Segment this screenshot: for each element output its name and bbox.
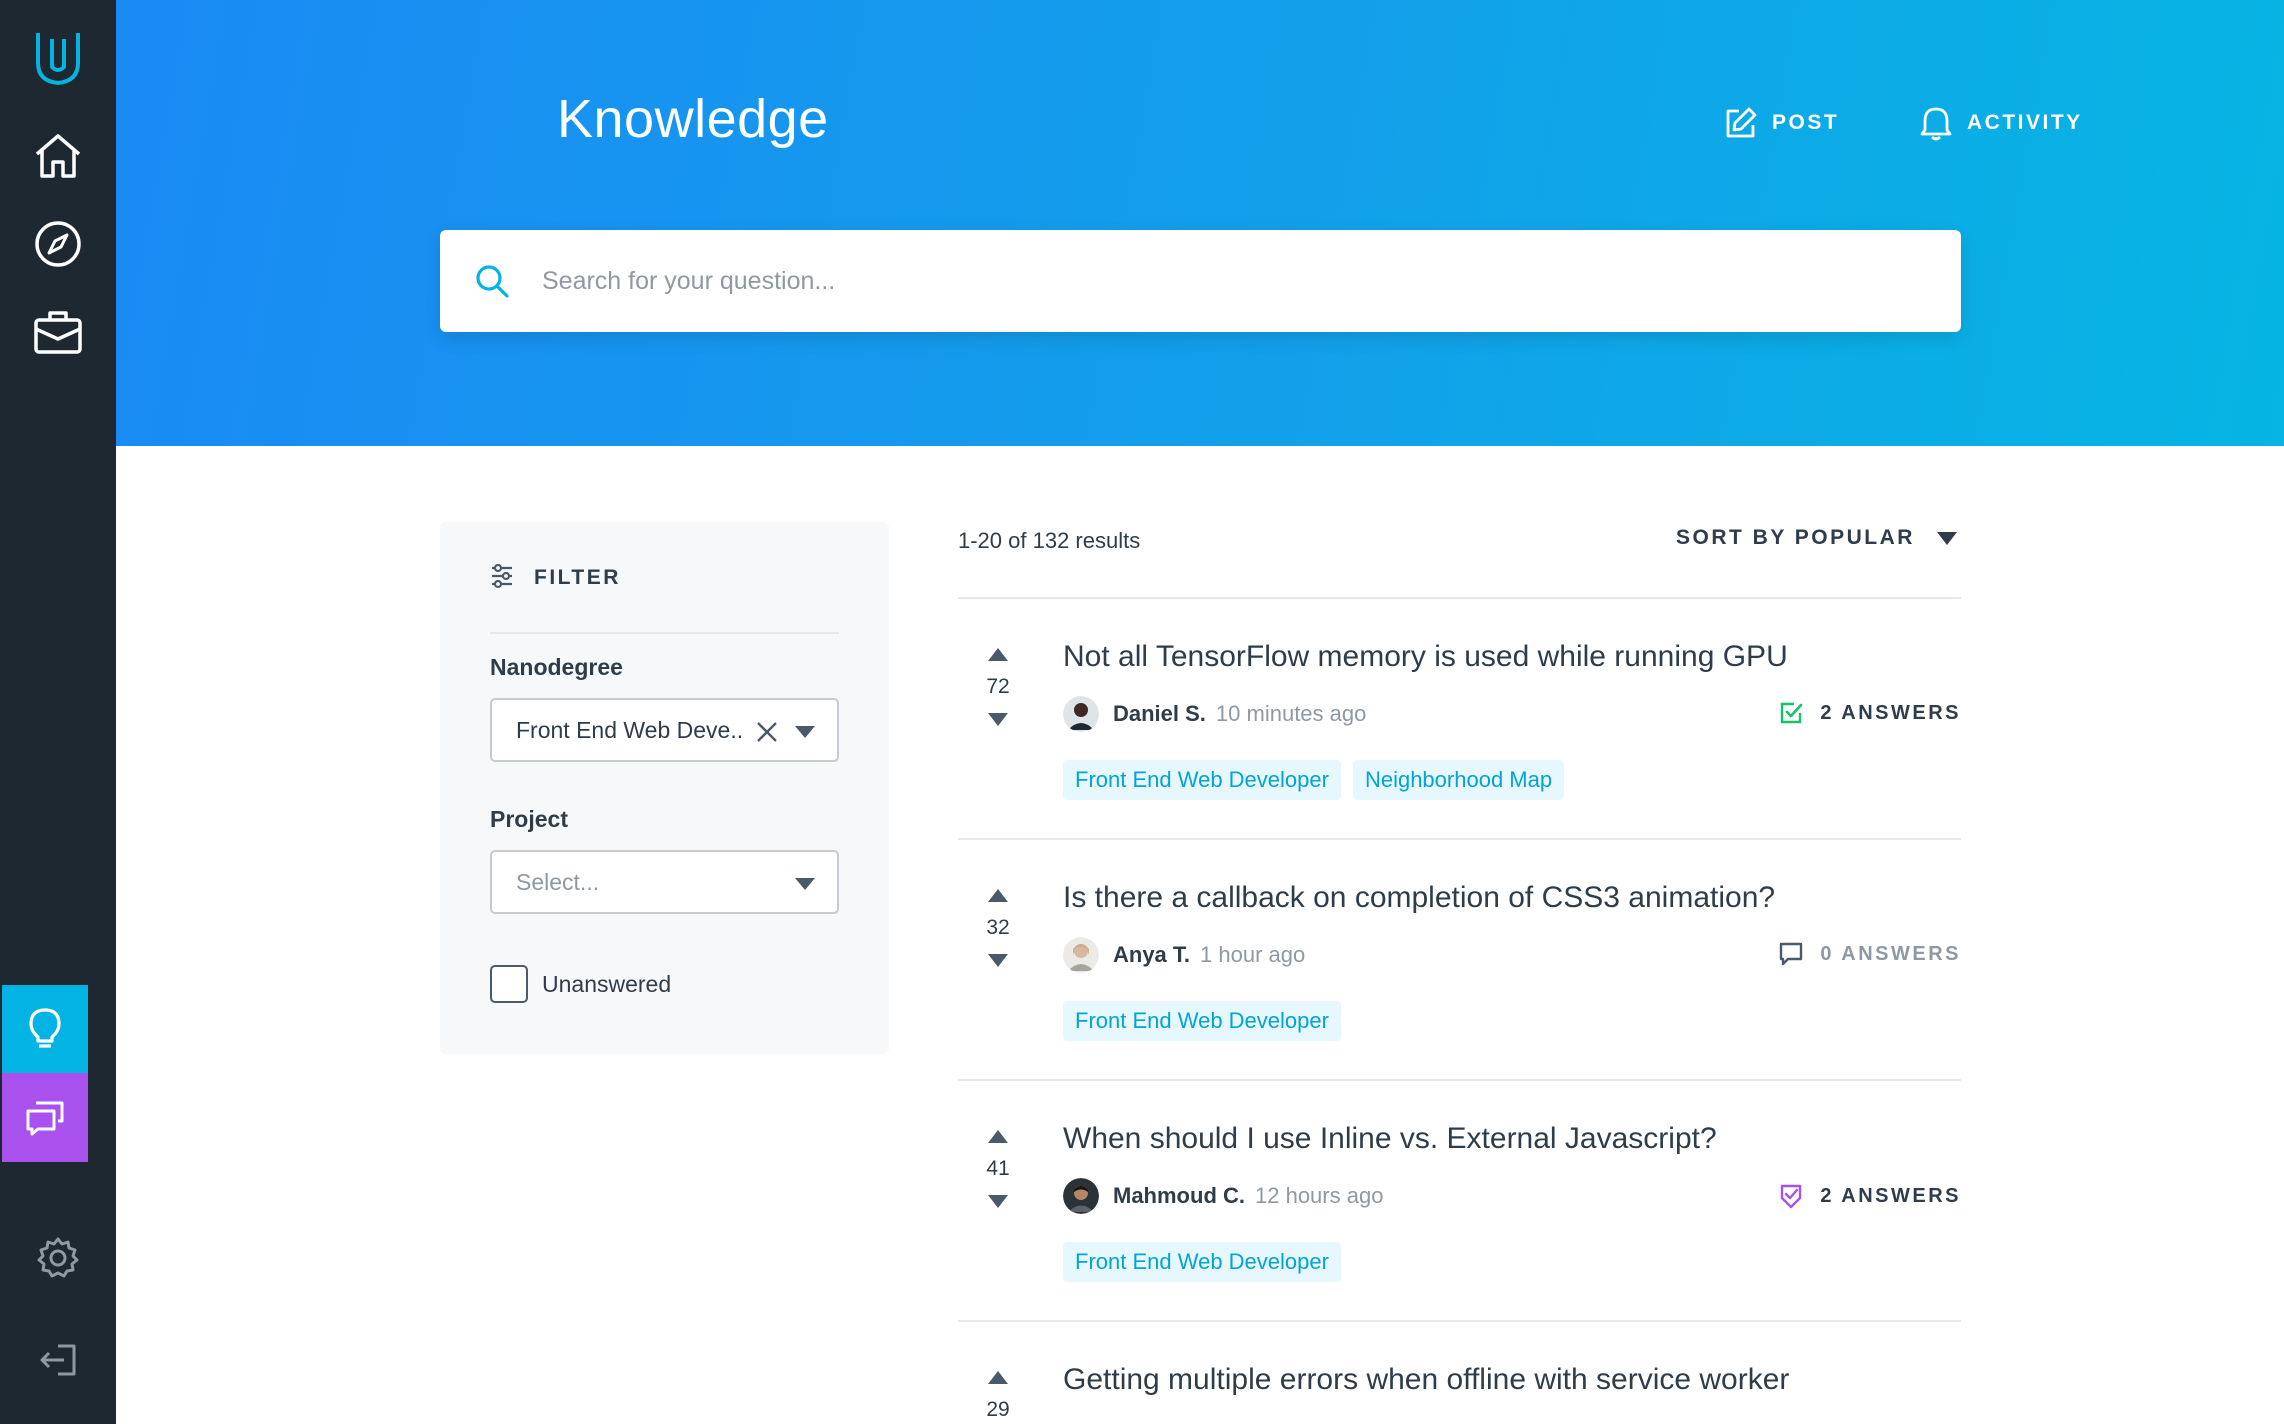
- lightbulb-icon[interactable]: [2, 985, 88, 1073]
- search-icon: [472, 261, 512, 301]
- question-meta: Daniel S. 10 minutes ago: [1063, 696, 1366, 732]
- tag-list: Front End Web Developer: [1063, 1242, 1341, 1282]
- avatar: [1063, 696, 1099, 732]
- sort-label: SORT BY POPULAR: [1676, 526, 1915, 549]
- answer-count[interactable]: 2 ANSWERS: [1778, 700, 1961, 726]
- checked-answer-icon: [1781, 702, 1803, 724]
- unanswered-checkbox[interactable]: [490, 965, 528, 1003]
- upvote-icon[interactable]: [988, 1371, 1008, 1384]
- question-meta: Anya T. 1 hour ago: [1063, 937, 1305, 973]
- question-title[interactable]: When should I use Inline vs. External Ja…: [1063, 1122, 1717, 1156]
- answer-count[interactable]: 2 ANSWERS: [1778, 1182, 1961, 1210]
- vote-count: 41: [986, 1157, 1010, 1180]
- question-item: 32 Is there a callback on completion of …: [958, 841, 1961, 1081]
- vote-control: 72: [958, 648, 1038, 726]
- question-title[interactable]: Getting multiple errors when offline wit…: [1063, 1363, 1789, 1397]
- tag-list: Front End Web Developer: [1063, 1001, 1341, 1041]
- project-placeholder: Select...: [516, 868, 600, 895]
- compass-icon[interactable]: [0, 208, 116, 280]
- project-label: Project: [490, 806, 568, 832]
- chevron-down-icon: [795, 878, 815, 890]
- vote-control: 41: [958, 1130, 1038, 1208]
- tag[interactable]: Front End Web Developer: [1063, 1242, 1341, 1282]
- divider: [958, 1320, 1961, 1322]
- downvote-icon[interactable]: [988, 1195, 1008, 1208]
- upvote-icon[interactable]: [988, 648, 1008, 661]
- nanodegree-value: Front End Web Deve...: [516, 716, 744, 743]
- logout-icon[interactable]: [0, 1322, 116, 1398]
- bell-icon: [1920, 107, 1952, 141]
- page-title: Knowledge: [557, 89, 829, 149]
- unanswered-toggle[interactable]: Unanswered: [490, 965, 671, 1003]
- search-bar: [440, 230, 1961, 332]
- sort-dropdown[interactable]: SORT BY POPULAR: [1676, 526, 1957, 550]
- post-time: 12 hours ago: [1255, 1183, 1384, 1208]
- downvote-icon[interactable]: [988, 713, 1008, 726]
- question-item: 41 When should I use Inline vs. External…: [958, 1082, 1961, 1322]
- post-time: 10 minutes ago: [1215, 701, 1367, 726]
- question-item: 29 Getting multiple errors when offline …: [958, 1323, 1961, 1424]
- sidebar: [0, 0, 116, 1424]
- filter-title: FILTER: [534, 566, 621, 589]
- unanswered-label: Unanswered: [542, 970, 672, 997]
- filter-panel: FILTER Nanodegree Front End Web Deve... …: [440, 522, 889, 1054]
- home-icon[interactable]: [0, 120, 116, 192]
- gear-icon[interactable]: [0, 1220, 116, 1296]
- chevron-down-icon: [795, 726, 815, 738]
- divider: [958, 597, 1961, 599]
- author-name[interactable]: Daniel S.: [1113, 701, 1206, 727]
- answer-count-label: 0 ANSWERS: [1820, 942, 1961, 965]
- tag[interactable]: Front End Web Developer: [1063, 760, 1341, 800]
- post-label: POST: [1772, 111, 1840, 134]
- vote-count: 32: [986, 916, 1010, 939]
- search-input[interactable]: [542, 266, 1922, 296]
- author-name[interactable]: Mahmoud C.: [1113, 1183, 1245, 1209]
- project-select[interactable]: Select...: [490, 850, 839, 914]
- briefcase-icon[interactable]: [0, 296, 116, 368]
- tag[interactable]: Neighborhood Map: [1352, 760, 1565, 800]
- answer-count-label: 2 ANSWERS: [1820, 1184, 1961, 1207]
- question-meta: Mahmoud C. 12 hours ago: [1063, 1178, 1383, 1214]
- vote-count: 72: [986, 675, 1010, 698]
- vote-count: 29: [986, 1398, 1010, 1421]
- tag-list: Front End Web Developer Neighborhood Map: [1063, 760, 1565, 800]
- udacity-logo-icon[interactable]: [0, 22, 116, 94]
- upvote-icon[interactable]: [988, 1130, 1008, 1143]
- nanodegree-label: Nanodegree: [490, 654, 623, 680]
- vote-control: 29: [958, 1371, 1038, 1424]
- question-title[interactable]: Is there a callback on completion of CSS…: [1063, 881, 1775, 915]
- downvote-icon[interactable]: [988, 954, 1008, 967]
- sliders-icon: [492, 563, 512, 589]
- mentor-answer-icon: [1781, 1184, 1802, 1209]
- answer-count[interactable]: 0 ANSWERS: [1778, 941, 1961, 967]
- nanodegree-select[interactable]: Front End Web Deve...: [490, 698, 839, 762]
- filter-header: FILTER: [490, 562, 839, 634]
- tag[interactable]: Front End Web Developer: [1063, 1001, 1341, 1041]
- activity-button[interactable]: ACTIVITY: [1919, 100, 2083, 146]
- chevron-down-icon: [1936, 531, 1957, 545]
- avatar: [1063, 1178, 1099, 1214]
- results-count: 1-20 of 132 results: [958, 528, 1141, 553]
- divider: [958, 838, 1961, 840]
- clear-icon[interactable]: [755, 720, 779, 744]
- answer-count-label: 2 ANSWERS: [1820, 701, 1961, 724]
- upvote-icon[interactable]: [988, 889, 1008, 902]
- question-item: 72 Not all TensorFlow memory is used whi…: [958, 600, 1961, 840]
- question-title[interactable]: Not all TensorFlow memory is used while …: [1063, 640, 1788, 674]
- post-button[interactable]: POST: [1724, 100, 1839, 146]
- vote-control: 32: [958, 889, 1038, 967]
- comment-icon: [1780, 942, 1803, 966]
- divider: [958, 1079, 1961, 1081]
- author-name[interactable]: Anya T.: [1113, 942, 1190, 968]
- avatar: [1063, 937, 1099, 973]
- post-time: 1 hour ago: [1200, 942, 1306, 967]
- activity-label: ACTIVITY: [1967, 111, 2083, 134]
- chat-bubbles-icon[interactable]: [2, 1073, 88, 1162]
- header: Knowledge POST ACTIVITY: [116, 0, 2284, 446]
- edit-icon: [1726, 107, 1757, 138]
